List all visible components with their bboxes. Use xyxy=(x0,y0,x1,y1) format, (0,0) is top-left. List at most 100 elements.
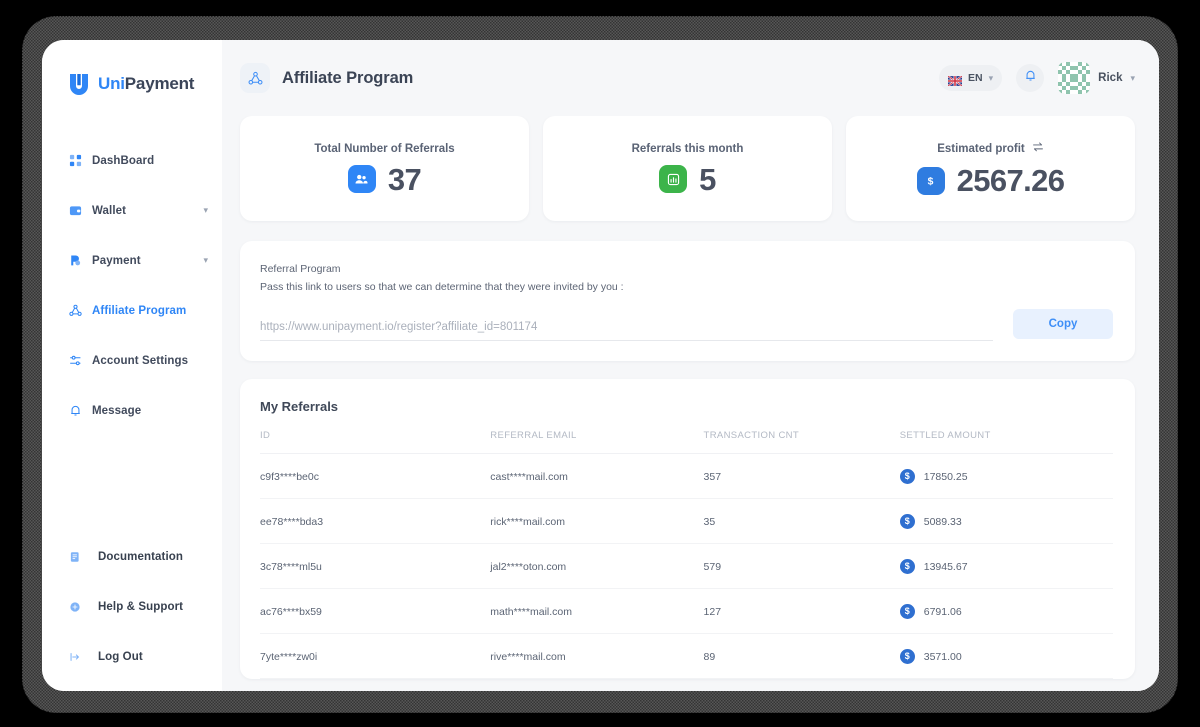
stat-value: 37 xyxy=(387,161,422,197)
payment-icon xyxy=(68,254,82,268)
content-area: Total Number of Referrals 37 Referrals t… xyxy=(222,116,1159,691)
table-row[interactable]: ee78****bda3 rick****mail.com 35 $ 5089.… xyxy=(260,498,1113,544)
cell-id: c9f3****be0c xyxy=(260,453,491,499)
cell-transaction-cnt: 357 xyxy=(703,453,900,499)
amount-value: 5089.33 xyxy=(923,515,962,528)
referral-link-input[interactable] xyxy=(260,321,993,341)
sidebar-item-help-support[interactable]: Help & Support xyxy=(42,594,222,619)
help-circle-icon xyxy=(68,600,82,614)
column-header-transaction-cnt: TRANSACTION CNT xyxy=(703,430,900,454)
cell-email: math****mail.com xyxy=(490,588,704,634)
my-referrals-panel: My Referrals ID REFERRAL EMAIL TRANSACTI… xyxy=(240,379,1135,679)
brand-name-part2: Payment xyxy=(124,74,195,93)
referral-link-row: Copy xyxy=(260,309,1113,341)
nav-gap xyxy=(42,223,222,248)
nav-gap xyxy=(42,569,222,594)
table-row[interactable]: 7yte****zw0i rive****mail.com 89 $ 3571.… xyxy=(260,633,1113,679)
stat-value: 5 xyxy=(699,161,716,197)
notification-button[interactable] xyxy=(1016,64,1045,92)
stat-value: 2567.26 xyxy=(956,163,1065,198)
cell-id: ac76****bx59 xyxy=(260,588,491,634)
chevron-down-icon: ▾ xyxy=(1130,72,1135,83)
sidebar-item-wallet[interactable]: Wallet ▾ xyxy=(42,198,222,223)
sidebar-item-label: DashBoard xyxy=(92,154,155,167)
stat-card-total-referrals: Total Number of Referrals 37 xyxy=(240,116,529,221)
amount-wrap: $ 17850.25 xyxy=(899,469,1113,484)
cell-id: 3c78****ml5u xyxy=(260,543,491,589)
sidebar-item-documentation[interactable]: Documentation xyxy=(42,544,222,569)
referral-link-field-wrap xyxy=(260,317,993,341)
dollar-coin-icon: $ xyxy=(899,604,915,619)
stat-card-referrals-this-month: Referrals this month 5 xyxy=(543,116,832,221)
sidebar-item-label: Wallet xyxy=(92,204,127,217)
wallet-icon xyxy=(68,204,82,218)
topbar: Affiliate Program EN ▾ Rick ▾ xyxy=(222,40,1159,116)
amount-wrap: $ 5089.33 xyxy=(899,514,1113,529)
cell-email: rive****mail.com xyxy=(490,633,704,679)
amount-value: 6791.06 xyxy=(923,605,962,618)
dollar-coin-icon: $ xyxy=(899,559,915,574)
sidebar-footer-nav: Documentation Help & Support Log Out xyxy=(42,544,222,691)
amount-wrap: $ 3571.00 xyxy=(899,649,1113,664)
referral-program-title: Referral Program xyxy=(260,263,341,275)
user-menu[interactable]: Rick ▾ xyxy=(1058,62,1135,94)
brand-name-part1: Uni xyxy=(98,74,125,93)
sidebar-item-label: Affiliate Program xyxy=(92,304,187,317)
cell-settled-amount: $ 6791.06 xyxy=(899,588,1113,634)
nav-gap xyxy=(42,619,222,644)
referrals-table: ID REFERRAL EMAIL TRANSACTION CNT SETTLE… xyxy=(260,430,1113,679)
referral-program-subtitle: Pass this link to users so that we can d… xyxy=(260,281,624,293)
stat-row: 37 xyxy=(347,161,422,197)
swap-arrows-icon[interactable] xyxy=(1032,141,1044,156)
table-row[interactable]: ac76****bx59 math****mail.com 127 $ 6791… xyxy=(260,588,1113,634)
column-header-settled-amount: SETTLED AMOUNT xyxy=(899,430,1113,454)
logout-icon xyxy=(68,650,82,664)
stats-row: Total Number of Referrals 37 Referrals t… xyxy=(240,116,1135,221)
sidebar-item-account-settings[interactable]: Account Settings xyxy=(42,348,222,373)
table-row[interactable]: c9f3****be0c cast****mail.com 357 $ 1785… xyxy=(260,453,1113,499)
my-referrals-title: My Referrals xyxy=(260,399,339,414)
language-selector[interactable]: EN ▾ xyxy=(939,65,1003,91)
sidebar-item-dashboard[interactable]: DashBoard xyxy=(42,148,222,173)
copy-button[interactable]: Copy xyxy=(1013,309,1113,339)
settings-sliders-icon xyxy=(68,354,82,368)
brand-logo[interactable]: UniPayment xyxy=(42,62,222,106)
sidebar-item-label: Message xyxy=(92,404,142,417)
sidebar-item-affiliate-program[interactable]: Affiliate Program xyxy=(42,298,222,323)
svg-text:$: $ xyxy=(928,176,934,187)
stat-title: Referrals this month xyxy=(631,142,744,155)
chevron-down-icon[interactable]: ▾ xyxy=(203,256,208,265)
referral-program-panel: Referral Program Pass this link to users… xyxy=(240,241,1135,361)
cell-transaction-cnt: 89 xyxy=(703,633,900,679)
cell-transaction-cnt: 579 xyxy=(703,543,900,589)
stat-title: Total Number of Referrals xyxy=(314,142,455,155)
cell-email: cast****mail.com xyxy=(490,453,704,499)
affiliate-icon xyxy=(240,63,270,93)
nav-gap xyxy=(42,273,222,298)
sidebar-item-message[interactable]: Message xyxy=(42,398,222,423)
bell-icon xyxy=(68,404,82,418)
identicon-avatar xyxy=(1058,62,1091,94)
table-head: ID REFERRAL EMAIL TRANSACTION CNT SETTLE… xyxy=(260,430,1113,454)
page-title: Affiliate Program xyxy=(282,68,414,87)
sidebar-item-log-out[interactable]: Log Out xyxy=(42,644,222,669)
stat-row: $ 2567.26 xyxy=(916,163,1065,198)
users-icon xyxy=(347,165,376,193)
table-row[interactable]: 3c78****ml5u jal2****oton.com 579 $ 1394… xyxy=(260,543,1113,589)
sidebar-item-label: Account Settings xyxy=(92,354,189,367)
cell-settled-amount: $ 5089.33 xyxy=(899,498,1113,544)
amount-value: 13945.67 xyxy=(923,560,968,573)
app-window: UniPayment DashBoard Wallet ▾ Payment ▾ … xyxy=(42,40,1159,691)
amount-value: 17850.25 xyxy=(923,470,968,483)
chevron-down-icon: ▾ xyxy=(988,72,994,83)
sidebar-item-payment[interactable]: Payment ▾ xyxy=(42,248,222,273)
cell-transaction-cnt: 35 xyxy=(703,498,900,544)
chevron-down-icon[interactable]: ▾ xyxy=(203,206,208,215)
sidebar-item-label: Help & Support xyxy=(98,600,184,613)
cell-settled-amount: $ 17850.25 xyxy=(899,453,1113,499)
dollar-coin-icon: $ xyxy=(899,514,915,529)
brand-name: UniPayment xyxy=(98,74,194,94)
main-area: Affiliate Program EN ▾ Rick ▾ Total Numb… xyxy=(222,40,1159,691)
document-icon xyxy=(68,550,82,564)
language-label: EN xyxy=(968,72,983,84)
